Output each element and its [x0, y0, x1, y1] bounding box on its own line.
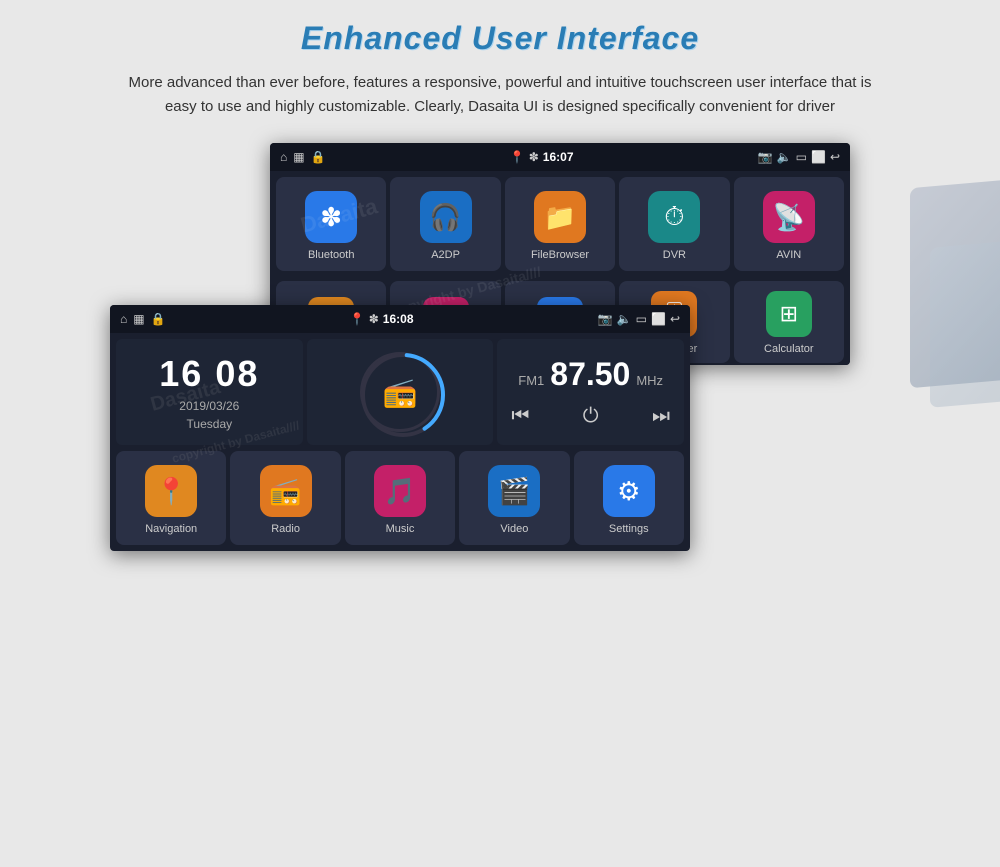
app-a2dp[interactable]: 🎧 A2DP [390, 177, 500, 271]
calculator-icon-circle: ⊞ [766, 291, 812, 337]
lock-icon: 🔒 [311, 150, 326, 164]
app-filebrowser[interactable]: 📁 FileBrowser [505, 177, 615, 271]
app-bluetooth-label: Bluetooth [308, 249, 354, 261]
bluetooth-icon: ✽ [320, 202, 342, 233]
video-icon: 🎬 [498, 476, 530, 507]
camera-icon-b: 📷 [598, 312, 613, 326]
radio-icon: 📻 [269, 476, 301, 507]
fm-cell: FM1 87.50 MHz ⏮ ⏻ ⏭ [497, 339, 684, 445]
tab-icon-b: ⬜ [651, 312, 666, 326]
image-icon-b: ▦ [133, 312, 144, 326]
back-icon-b: ↩ [670, 312, 680, 326]
app-video[interactable]: 🎬 Video [459, 451, 569, 545]
page-title: Enhanced User Interface [301, 20, 699, 57]
app-music[interactable]: 🎵 Music [345, 451, 455, 545]
app-dvr-label: DVR [663, 249, 686, 261]
fm-frequency: 87.50 [550, 356, 630, 393]
location-icon-b: 📍 [350, 312, 365, 326]
tab-icon-top: ⬜ [811, 150, 826, 164]
filebrowser-icon: 📁 [544, 202, 576, 233]
win-icon-b: ▭ [636, 312, 647, 326]
status-bar-top: ⌂ ▦ 🔒 📍 ✽ 16:07 📷 🔈 ▭ ⬜ ↩ [270, 143, 850, 171]
settings-icon: ⚙ [617, 476, 640, 507]
location-icon: 📍 [510, 150, 525, 164]
status-center-bottom: 📍 ✽ 16:08 [350, 312, 414, 326]
clock-cell: 16 08 2019/03/26 Tuesday [116, 339, 303, 445]
prev-track-button[interactable]: ⏮ [511, 405, 529, 428]
radio-icon-circle: 📻 [260, 465, 312, 517]
clock-date: 2019/03/26 [179, 399, 239, 413]
app-calculator-label: Calculator [764, 343, 814, 355]
app-navigation[interactable]: 📍 Navigation [116, 451, 226, 545]
screens-container: Dasaita copyright by Dasaita//// ⌂ ▦ 🔒 📍… [110, 143, 890, 551]
bluetooth-icon-circle: ✽ [305, 191, 357, 243]
status-time-top: 16:07 [543, 150, 574, 164]
app-video-label: Video [500, 523, 528, 535]
app-dvr[interactable]: ⏱ DVR [619, 177, 729, 271]
avin-icon: 📡 [773, 202, 805, 233]
app-navigation-label: Navigation [145, 523, 197, 535]
vol-icon-b: 🔈 [617, 312, 632, 326]
status-left-bottom: ⌂ ▦ 🔒 [120, 312, 166, 326]
status-right-bottom: 📷 🔈 ▭ ⬜ ↩ [598, 312, 680, 326]
app-settings-label: Settings [609, 523, 649, 535]
dvr-icon-circle: ⏱ [648, 191, 700, 243]
settings-icon-circle: ⚙ [603, 465, 655, 517]
app-filebrowser-label: FileBrowser [531, 249, 589, 261]
screen-bottom: Dasaita copyright by Dasaita//// ⌂ ▦ 🔒 📍… [110, 305, 690, 551]
dial-arc-svg [359, 351, 447, 439]
music-icon-circle: 🎵 [374, 465, 426, 517]
vol-icon-top: 🔈 [777, 150, 792, 164]
lock-icon-b: 🔒 [151, 312, 166, 326]
app-radio[interactable]: 📻 Radio [230, 451, 340, 545]
page-subtitle: More advanced than ever before, features… [120, 71, 880, 119]
right-decoration2 [930, 238, 1000, 408]
status-time-bottom: 16:08 [383, 312, 414, 326]
fm-controls: ⏮ ⏻ ⏭ [511, 405, 670, 428]
filebrowser-icon-circle: 📁 [534, 191, 586, 243]
app-avin[interactable]: 📡 AVIN [734, 177, 844, 271]
a2dp-icon-circle: 🎧 [420, 191, 472, 243]
app-grid-row1: ✽ Bluetooth 🎧 A2DP 📁 FileBrowser ⏱ [270, 171, 850, 277]
app-bluetooth[interactable]: ✽ Bluetooth [276, 177, 386, 271]
home-top-row: 16 08 2019/03/26 Tuesday 📻 FM1 87. [110, 333, 690, 448]
win-icon-top: ▭ [796, 150, 807, 164]
status-left-top: ⌂ ▦ 🔒 [280, 150, 326, 164]
dvr-icon: ⏱ [664, 201, 684, 233]
a2dp-icon: 🎧 [429, 202, 461, 233]
radio-dial: 📻 [360, 352, 440, 432]
next-track-button[interactable]: ⏭ [652, 405, 670, 428]
avin-icon-circle: 📡 [763, 191, 815, 243]
app-avin-label: AVIN [776, 249, 801, 261]
app-a2dp-label: A2DP [431, 249, 460, 261]
clock-time: 16 08 [159, 353, 259, 395]
power-button[interactable]: ⏻ [583, 405, 599, 428]
fm-band: FM1 [518, 373, 544, 388]
status-center-top: 📍 ✽ 16:07 [510, 150, 574, 164]
calculator-icon: ⊞ [780, 301, 798, 327]
fm-top-row: FM1 87.50 MHz [518, 356, 663, 393]
status-right-top: 📷 🔈 ▭ ⬜ ↩ [758, 150, 840, 164]
fm-unit: MHz [636, 373, 663, 388]
image-icon: ▦ [293, 150, 304, 164]
camera-icon-top: 📷 [758, 150, 773, 164]
app-settings[interactable]: ⚙ Settings [574, 451, 684, 545]
app-music-label: Music [386, 523, 415, 535]
back-icon-top: ↩ [830, 150, 840, 164]
bt-icon: ✽ [529, 150, 539, 164]
bt-icon-b: ✽ [369, 312, 379, 326]
navigation-icon-circle: 📍 [145, 465, 197, 517]
status-bar-bottom: ⌂ ▦ 🔒 📍 ✽ 16:08 📷 🔈 ▭ ⬜ ↩ [110, 305, 690, 333]
video-icon-circle: 🎬 [488, 465, 540, 517]
home-icon-b: ⌂ [120, 312, 127, 326]
music-icon: 🎵 [384, 476, 416, 507]
home-apps-row: 📍 Navigation 📻 Radio 🎵 Music 🎬 [110, 448, 690, 551]
radio-dial-cell: 📻 [307, 339, 494, 445]
app-calculator[interactable]: ⊞ Calculator [734, 281, 844, 363]
home-icon: ⌂ [280, 150, 287, 164]
navigation-icon: 📍 [155, 476, 187, 507]
clock-day: Tuesday [187, 417, 233, 431]
app-radio-label: Radio [271, 523, 300, 535]
